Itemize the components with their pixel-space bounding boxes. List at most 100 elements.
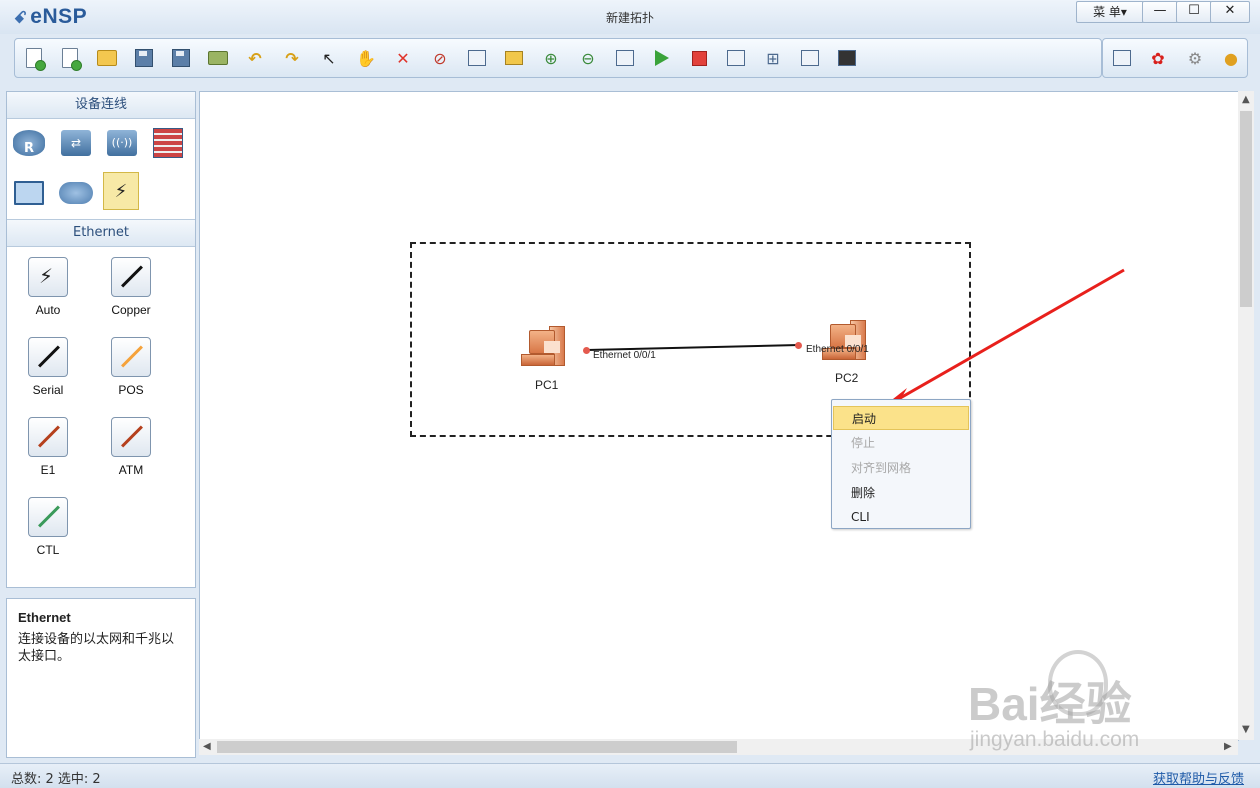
cable-e1[interactable]: E1 (18, 417, 78, 487)
hand-icon[interactable]: ✋ (355, 47, 377, 69)
screen-icon[interactable] (836, 47, 858, 69)
topology-icon[interactable]: ⊞ (762, 47, 784, 69)
fit-icon[interactable] (614, 47, 636, 69)
pos-line-icon (121, 345, 143, 368)
atm-line-icon (121, 425, 143, 448)
undo-icon[interactable]: ↶ (244, 47, 266, 69)
cable-pos[interactable]: POS (101, 337, 161, 407)
cable-copper[interactable]: Copper (101, 257, 161, 327)
pc1-port-label: Ethernet 0/0/1 (593, 350, 656, 361)
description-text: 连接设备的以太网和千兆以太接口。 (18, 632, 175, 664)
description-title: Ethernet (18, 610, 71, 625)
chat-icon[interactable] (1111, 47, 1133, 69)
scroll-down-icon[interactable]: ▼ (1242, 724, 1250, 735)
context-menu: 启动 停止 对齐到网格 删除 CLI (831, 399, 971, 529)
menu-item-stop: 停止 (851, 436, 876, 450)
pc2-device-icon[interactable] (820, 318, 870, 368)
window-title: 新建拓扑 (605, 11, 654, 25)
pc2-port-label: Ethernet 0/0/1 (806, 344, 869, 355)
huawei-icon[interactable]: ✿ (1147, 47, 1169, 69)
baidu-watermark: Bai经验 jingyan.baidu.com (968, 650, 1198, 760)
cable-label: Serial (32, 383, 64, 397)
status-bar: 总数: 2 选中: 2 获取帮助与反馈 (0, 763, 1260, 788)
cable-serial[interactable]: Serial (18, 337, 78, 407)
cable-auto[interactable]: ⚡ Auto (18, 257, 78, 327)
cable-label: POS (118, 383, 144, 397)
minimize-button[interactable]: — (1142, 1, 1178, 23)
devices-header: 设备连线 (7, 92, 195, 119)
topology-canvas[interactable]: PC1 Ethernet 0/0/1 PC2 Ethernet 0/0/1 (199, 91, 1239, 741)
port-dot (795, 342, 802, 349)
router-icon[interactable]: R (11, 125, 47, 161)
auto-link-icon: ⚡ (39, 264, 54, 288)
menu-item-cli[interactable]: CLI (833, 505, 969, 529)
copper-line-icon (121, 265, 143, 288)
e1-line-icon (38, 425, 60, 448)
title-bar: ꗃ eNSP 新建拓扑 菜 单▾ — ☐ ✕ (0, 0, 1260, 34)
status-counts: 总数: 2 选中: 2 (11, 772, 101, 787)
help-feedback-link[interactable]: 获取帮助与反馈 (1153, 768, 1244, 787)
cable-grid: ⚡ Auto Copper Serial POS E1 ATM CTL (7, 247, 195, 587)
device-panel: 设备连线 R ⇄ ((·)) ⚡ Ethernet ⚡ Auto Copper … (6, 91, 196, 588)
main-menu-button[interactable]: 菜 单▾ (1076, 1, 1144, 23)
rectangle-icon[interactable] (503, 47, 525, 69)
cable-label: E1 (40, 463, 56, 477)
close-button[interactable]: ✕ (1210, 1, 1250, 23)
device-category-grid: R ⇄ ((·)) ⚡ (7, 119, 195, 220)
start-icon[interactable] (651, 47, 673, 69)
horizontal-scroll-thumb[interactable] (217, 741, 737, 753)
port-dot (583, 347, 590, 354)
scroll-right-icon[interactable]: ▶ (1224, 741, 1232, 752)
cable-label: ATM (118, 463, 144, 477)
new-topology-icon[interactable] (23, 47, 46, 71)
wlan-icon[interactable]: ((·)) (104, 125, 140, 161)
menu-item-delete[interactable]: 删除 (833, 481, 969, 505)
vertical-scroll-thumb[interactable] (1240, 111, 1252, 307)
redo-icon[interactable]: ↷ (281, 47, 303, 69)
pc-icon[interactable] (11, 175, 47, 211)
pc1-label: PC1 (535, 378, 559, 392)
serial-line-icon (38, 345, 60, 368)
open-icon[interactable] (96, 47, 118, 69)
save-icon[interactable] (133, 47, 155, 69)
link-icon[interactable]: ⚡ (103, 172, 139, 210)
watermark-main: Bai经验 (968, 678, 1132, 730)
delete-link-icon[interactable]: ⊘ (429, 47, 451, 69)
save-as-icon[interactable] (170, 47, 192, 69)
firewall-icon[interactable] (150, 125, 186, 161)
link-layer (586, 268, 1125, 413)
stop-icon[interactable] (688, 47, 710, 69)
cable-label: CTL (36, 543, 60, 557)
cables-header: Ethernet (7, 220, 195, 247)
print-icon[interactable] (207, 47, 229, 69)
cloud-icon[interactable] (58, 175, 94, 211)
scroll-left-icon[interactable]: ◀ (203, 741, 211, 752)
menu-item-align-grid: 对齐到网格 (851, 461, 912, 475)
cable-atm[interactable]: ATM (101, 417, 161, 487)
cable-ctl[interactable]: CTL (18, 497, 78, 567)
description-panel: Ethernet 连接设备的以太网和千兆以太接口。 (6, 598, 196, 758)
zoom-in-icon[interactable]: ⊕ (540, 47, 562, 69)
select-icon[interactable]: ↖ (318, 47, 340, 69)
pc2-label: PC2 (835, 371, 859, 385)
vertical-scrollbar[interactable]: ▲ ▼ (1238, 91, 1254, 740)
switch-icon[interactable]: ⇄ (58, 125, 94, 161)
scroll-up-icon[interactable]: ▲ (1242, 94, 1250, 105)
pc1-device-icon[interactable] (519, 324, 569, 374)
menu-item-start[interactable]: 启动 (833, 406, 969, 430)
watermark-sub: jingyan.baidu.com (970, 728, 1140, 751)
cable-label: Auto (35, 303, 61, 317)
settings-icon[interactable]: ⚙ (1184, 47, 1206, 69)
help-icon[interactable]: ● (1220, 47, 1242, 69)
grid-icon[interactable] (799, 47, 821, 69)
maximize-button[interactable]: ☐ (1176, 1, 1212, 23)
ctl-line-icon (38, 505, 60, 528)
capture-icon[interactable] (725, 47, 747, 69)
annotation-arrow-line (887, 268, 1125, 407)
delete-icon[interactable]: ✕ (392, 47, 414, 69)
text-note-icon[interactable] (466, 47, 488, 69)
zoom-out-icon[interactable]: ⊖ (577, 47, 599, 69)
new-lab-icon[interactable] (59, 47, 82, 71)
cable-label: Copper (111, 303, 151, 317)
main-toolbar: ↶ ↷ ↖ ✋ ✕ ⊘ ⊕ ⊖ ⊞ (14, 38, 1102, 78)
